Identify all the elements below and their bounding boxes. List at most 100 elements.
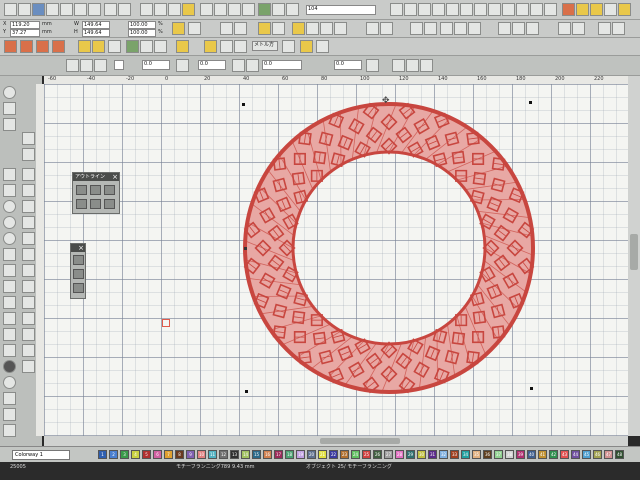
shield-icon[interactable]: [3, 344, 16, 357]
basket-icon[interactable]: [3, 424, 16, 437]
divider-icon[interactable]: [22, 216, 35, 229]
color-swatch[interactable]: 8: [175, 450, 184, 459]
help-icon[interactable]: [618, 3, 631, 16]
pos-y-field[interactable]: 37.27: [10, 29, 40, 37]
record-icon[interactable]: [3, 86, 16, 99]
ellipse-tool-icon[interactable]: [3, 312, 16, 325]
satin-shape-icon[interactable]: [282, 40, 295, 53]
color-swatch[interactable]: 23: [340, 450, 349, 459]
diamond-icon[interactable]: [544, 3, 557, 16]
select-icon[interactable]: [200, 3, 213, 16]
person-icon[interactable]: [154, 40, 167, 53]
stitch-mode-f-icon[interactable]: [246, 59, 259, 72]
spacing-field-3[interactable]: 0.0: [262, 60, 302, 70]
color-swatch[interactable]: 37: [494, 450, 503, 459]
spacing-field-1[interactable]: 0.0: [142, 60, 170, 70]
vertical-scrollbar[interactable]: [628, 76, 640, 436]
slash-icon[interactable]: [3, 248, 16, 261]
scale-w-field[interactable]: 100.00: [128, 21, 156, 29]
copy-icon[interactable]: [74, 3, 87, 16]
color-swatch[interactable]: 48: [615, 450, 624, 459]
save-icon[interactable]: [32, 3, 45, 16]
cut-icon[interactable]: [60, 3, 73, 16]
ring-icon[interactable]: [3, 232, 16, 245]
zoom-in-icon[interactable]: [140, 3, 153, 16]
arrange-icon[interactable]: [220, 22, 233, 35]
color-swatch[interactable]: 40: [527, 450, 536, 459]
lace-icon[interactable]: [530, 3, 543, 16]
align-icon[interactable]: [214, 3, 227, 16]
rotate-icon[interactable]: [242, 3, 255, 16]
tool-f-icon[interactable]: [498, 22, 511, 35]
color-swatch[interactable]: 38: [505, 450, 514, 459]
color-swatch[interactable]: 2: [109, 450, 118, 459]
text-a-icon[interactable]: [22, 280, 35, 293]
color-swatch[interactable]: 47: [604, 450, 613, 459]
stitch-mode-c-icon[interactable]: [94, 59, 107, 72]
color-swatch[interactable]: 14: [241, 450, 250, 459]
lace-tool-icon[interactable]: [22, 328, 35, 341]
color-swatch[interactable]: 34: [461, 450, 470, 459]
redo-icon[interactable]: [118, 3, 131, 16]
stitch-mode-d-icon[interactable]: [176, 59, 189, 72]
close-icon[interactable]: ×: [112, 173, 118, 181]
color-swatch[interactable]: 42: [549, 450, 558, 459]
fill-circle-icon[interactable]: [3, 216, 16, 229]
color-swatch[interactable]: 33: [450, 450, 459, 459]
text-tool-icon[interactable]: [3, 296, 16, 309]
horizontal-scroll-thumb[interactable]: [320, 438, 400, 444]
undo-icon[interactable]: [104, 3, 117, 16]
tool-b-icon[interactable]: [424, 22, 437, 35]
design-canvas[interactable]: ✥: [44, 84, 628, 436]
color-swatch[interactable]: 32: [439, 450, 448, 459]
color-swatch[interactable]: 6: [153, 450, 162, 459]
color-swatch[interactable]: 10: [197, 450, 206, 459]
color-swatch[interactable]: 15: [252, 450, 261, 459]
color-swatch[interactable]: 7: [164, 450, 173, 459]
node-icon[interactable]: [22, 200, 35, 213]
color-swatch[interactable]: 27: [384, 450, 393, 459]
gem-icon[interactable]: [3, 392, 16, 405]
color-swatch[interactable]: 36: [483, 450, 492, 459]
stitch-type-button[interactable]: メトル方: [252, 41, 278, 51]
palette-icon[interactable]: [176, 40, 189, 53]
run-path-icon[interactable]: [316, 40, 329, 53]
spacing-field-4[interactable]: 0.0: [334, 60, 362, 70]
height-field[interactable]: 149.64: [82, 29, 110, 37]
node-tool-a-icon[interactable]: [73, 255, 84, 265]
reshape-tool-icon[interactable]: [22, 148, 35, 161]
texture-icon[interactable]: [488, 3, 501, 16]
tool-j-icon[interactable]: [572, 22, 585, 35]
hoop-tool-icon[interactable]: [3, 280, 16, 293]
color-swatch[interactable]: 16: [263, 450, 272, 459]
color-swatch[interactable]: 13: [230, 450, 239, 459]
stitch-mode-j-icon[interactable]: [420, 59, 433, 72]
cross-icon[interactable]: [516, 3, 529, 16]
outline-tool-f-icon[interactable]: [104, 199, 115, 209]
folder-icon[interactable]: [576, 3, 589, 16]
outline-tool-a-icon[interactable]: [76, 185, 87, 195]
color-swatch[interactable]: 17: [274, 450, 283, 459]
diamond-tool-icon[interactable]: [22, 312, 35, 325]
stitch-mode-i-icon[interactable]: [406, 59, 419, 72]
color-swatch[interactable]: 22: [329, 450, 338, 459]
color-swatch[interactable]: 45: [582, 450, 591, 459]
tool-i-icon[interactable]: [558, 22, 571, 35]
mirror-icon[interactable]: [228, 3, 241, 16]
tool-k-icon[interactable]: [598, 22, 611, 35]
reshape-icon[interactable]: [334, 22, 347, 35]
tool-l-icon[interactable]: [612, 22, 625, 35]
color-swatch[interactable]: 3: [120, 450, 129, 459]
lettering-icon[interactable]: [460, 3, 473, 16]
motif-b-icon[interactable]: [92, 40, 105, 53]
thread-icon[interactable]: [562, 3, 575, 16]
color-swatch[interactable]: 43: [560, 450, 569, 459]
tool-g-icon[interactable]: [512, 22, 525, 35]
stitch-mode-h-icon[interactable]: [392, 59, 405, 72]
settings-icon[interactable]: [286, 3, 299, 16]
embroidery-design[interactable]: [44, 84, 628, 436]
stitch-icon[interactable]: [258, 3, 271, 16]
node-tool-c-icon[interactable]: [73, 283, 84, 293]
zoom-fit-icon[interactable]: [168, 3, 181, 16]
layers-icon[interactable]: [234, 40, 247, 53]
